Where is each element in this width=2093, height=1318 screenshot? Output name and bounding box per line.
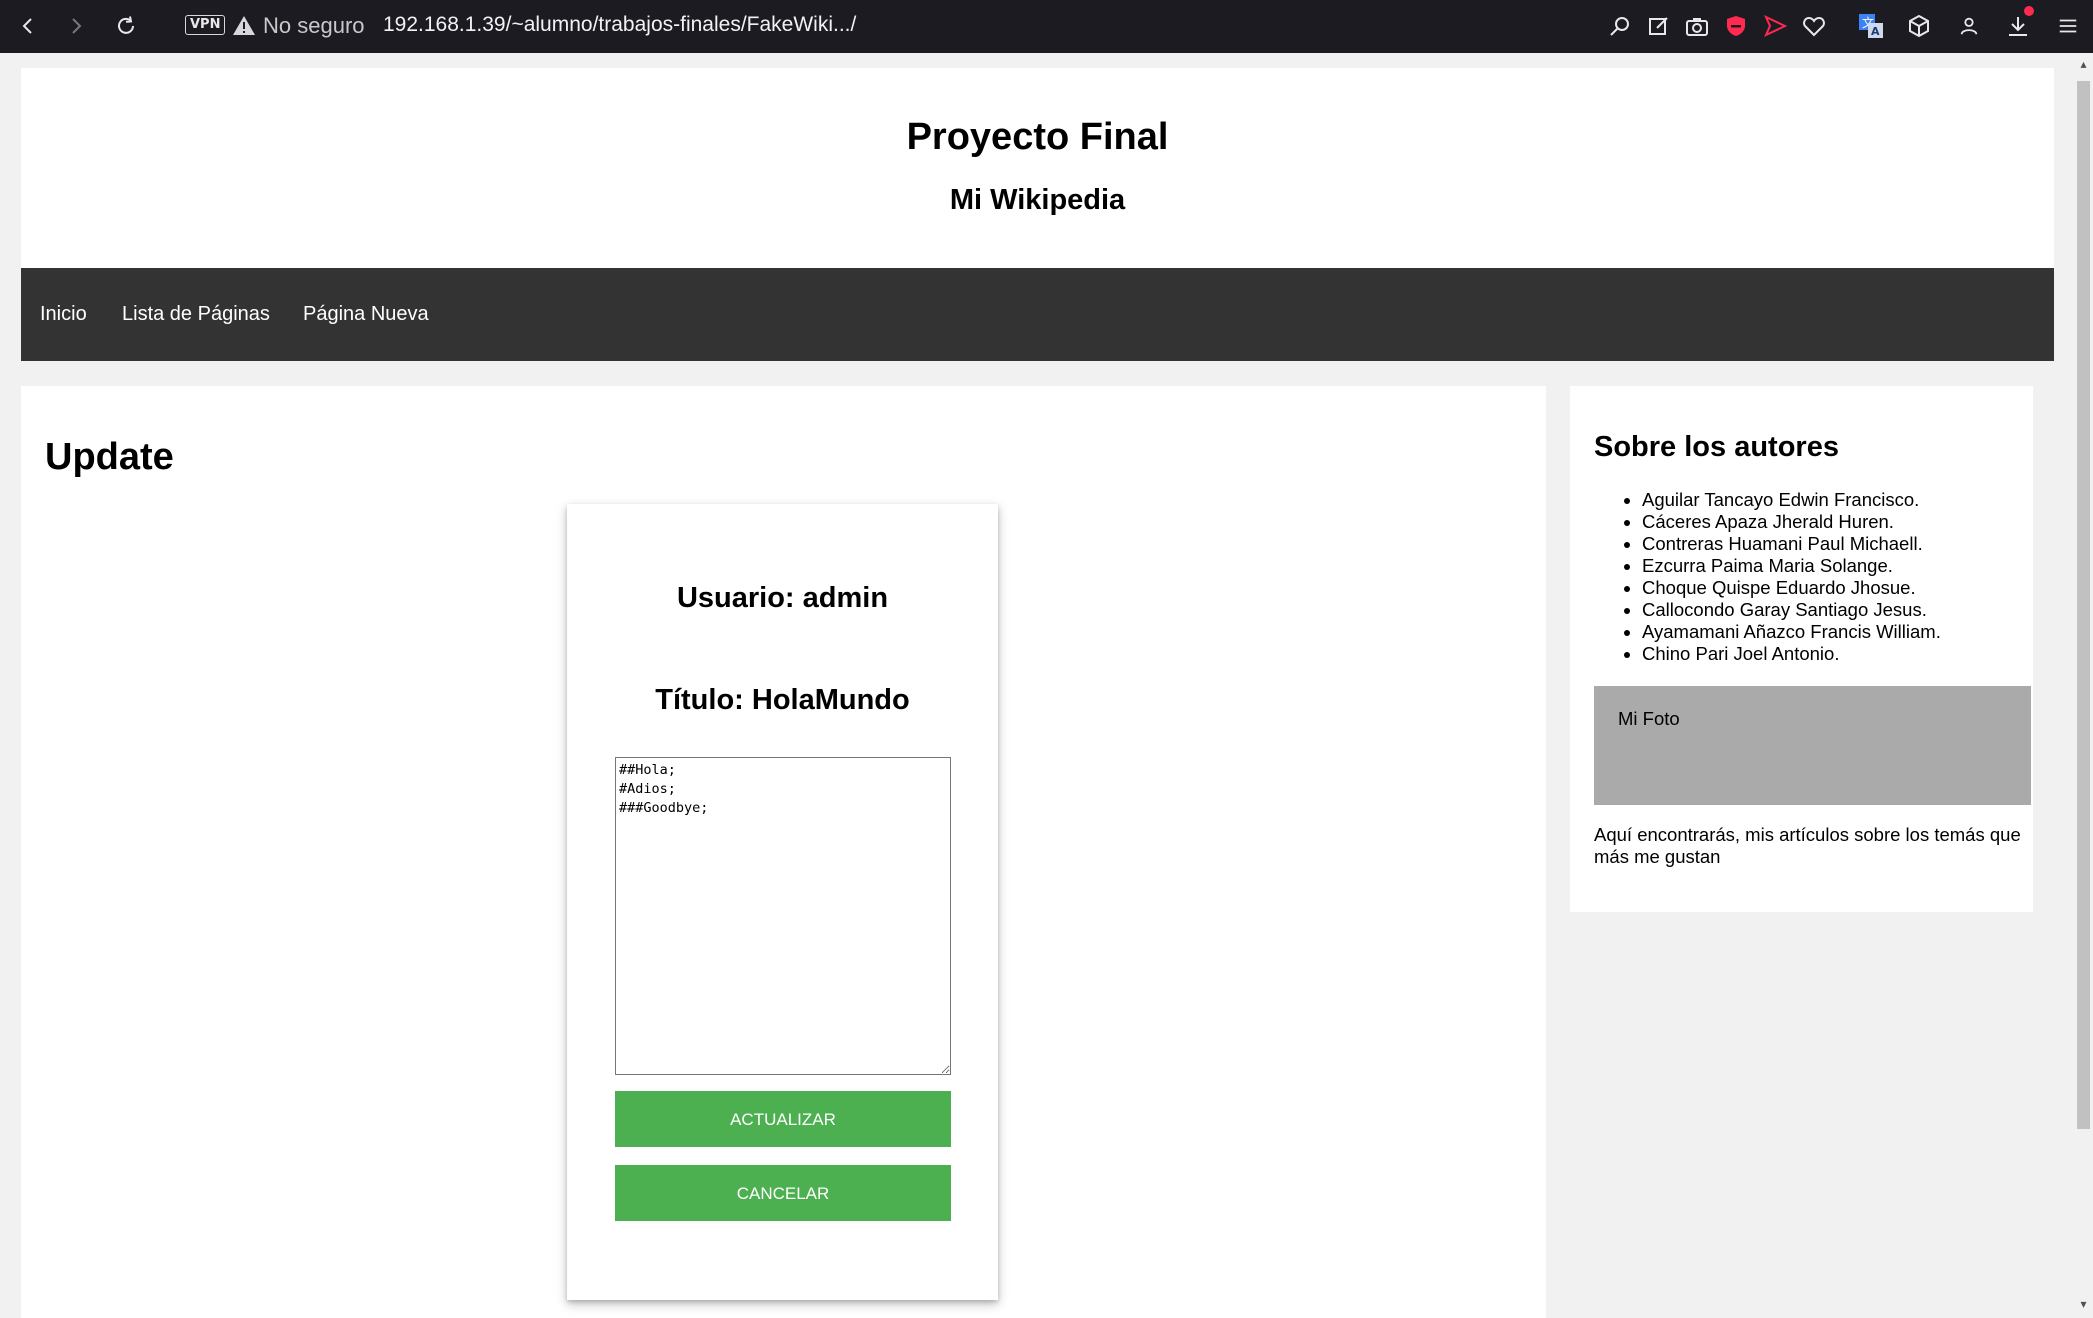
sidebar-description: Aquí encontrarás, mis artículos sobre lo… xyxy=(1594,824,2021,867)
top-navigation: Inicio Lista de Páginas Página Nueva xyxy=(21,268,2054,361)
cube-icon xyxy=(1909,14,1929,38)
list-item: Contreras Huamani Paul Michaell. xyxy=(1642,533,1941,555)
search-icon xyxy=(1610,17,1629,36)
page-title-label: Título: HolaMundo xyxy=(655,684,910,716)
user-icon xyxy=(1960,17,1978,35)
search-tool[interactable] xyxy=(1604,10,1636,42)
list-item: Callocondo Garay Santiago Jesus. xyxy=(1642,599,1941,621)
security-status[interactable]: No seguro xyxy=(263,13,365,39)
back-arrow-icon xyxy=(22,18,32,34)
reload-icon xyxy=(118,16,134,34)
list-item: Aguilar Tancayo Edwin Francisco. xyxy=(1642,489,1941,511)
list-item: Ezcurra Paima Maria Solange. xyxy=(1642,555,1941,577)
send-tool[interactable] xyxy=(1759,10,1791,42)
extensions-tool[interactable] xyxy=(1903,10,1935,42)
list-item: Chino Pari Joel Antonio. xyxy=(1642,643,1941,665)
send-icon xyxy=(1763,14,1787,38)
menu-tool[interactable] xyxy=(2052,10,2084,42)
reload-button[interactable] xyxy=(108,8,144,44)
edit-tool[interactable] xyxy=(1643,10,1675,42)
list-item: Choque Quispe Eduardo Jhosue. xyxy=(1642,577,1941,599)
list-item: Cáceres Apaza Jherald Huren. xyxy=(1642,511,1941,533)
cancel-button[interactable]: CANCELAR xyxy=(615,1165,951,1221)
forward-button[interactable] xyxy=(58,8,94,44)
list-item: Ayamamani Añazco Francis William. xyxy=(1642,621,1941,643)
site-header: Proyecto Final Mi Wikipedia xyxy=(21,68,2054,268)
browser-toolbar: VPN No seguro 192.168.1.39/~alumno/traba… xyxy=(0,0,2093,53)
back-button[interactable] xyxy=(10,8,46,44)
site-title: Proyecto Final xyxy=(906,116,1169,158)
download-icon xyxy=(2009,17,2027,36)
sidebar-heading: Sobre los autores xyxy=(1594,431,1839,463)
user-label: Usuario: admin xyxy=(676,582,889,614)
warning-icon[interactable] xyxy=(232,14,256,38)
scrollbar-thumb[interactable] xyxy=(2077,81,2090,1129)
main-column: Update Usuario: admin Título: HolaMundo … xyxy=(21,386,1546,1318)
translate-icon: 文A xyxy=(1859,14,1883,38)
scroll-down-icon[interactable]: ▾ xyxy=(2078,1298,2089,1310)
page-scrollbar[interactable]: ▴ ▾ xyxy=(2074,53,2093,1318)
sidebar: Sobre los autores Aguilar Tancayo Edwin … xyxy=(1570,386,2033,912)
nav-link-pagina-nueva[interactable]: Página Nueva xyxy=(303,303,429,326)
address-bar[interactable]: 192.168.1.39/~alumno/trabajos-finales/Fa… xyxy=(383,13,856,37)
translate-tool[interactable]: 文A xyxy=(1855,10,1887,42)
content-textarea[interactable]: ##Hola; #Adios; ###Goodbye; xyxy=(615,757,951,1075)
adblock-tool[interactable] xyxy=(1720,10,1752,42)
forward-arrow-icon xyxy=(72,18,82,34)
heart-icon xyxy=(1803,16,1825,37)
update-button[interactable]: ACTUALIZAR xyxy=(615,1091,951,1147)
snapshot-tool[interactable] xyxy=(1681,10,1713,42)
author-list: Aguilar Tancayo Edwin Francisco. Cáceres… xyxy=(1594,489,1941,665)
profile-tool[interactable] xyxy=(1953,10,1985,42)
menu-icon xyxy=(2059,19,2077,33)
photo-placeholder: Mi Foto xyxy=(1594,686,2031,805)
scroll-up-icon[interactable]: ▴ xyxy=(2078,58,2089,70)
nav-link-inicio[interactable]: Inicio xyxy=(40,303,87,326)
nav-link-lista-paginas[interactable]: Lista de Páginas xyxy=(122,303,270,326)
photo-label: Mi Foto xyxy=(1618,708,1680,729)
shield-icon xyxy=(1727,16,1745,36)
page-title: Update xyxy=(45,436,174,478)
favorites-tool[interactable] xyxy=(1798,10,1830,42)
site-subtitle: Mi Wikipedia xyxy=(949,184,1126,216)
camera-icon xyxy=(1686,18,1708,36)
edit-icon xyxy=(1649,17,1668,35)
vpn-badge[interactable]: VPN xyxy=(185,15,226,35)
update-form-card: Usuario: admin Título: HolaMundo ##Hola;… xyxy=(567,504,998,1300)
notification-dot xyxy=(2024,6,2034,16)
svg-text:A: A xyxy=(1871,25,1880,38)
